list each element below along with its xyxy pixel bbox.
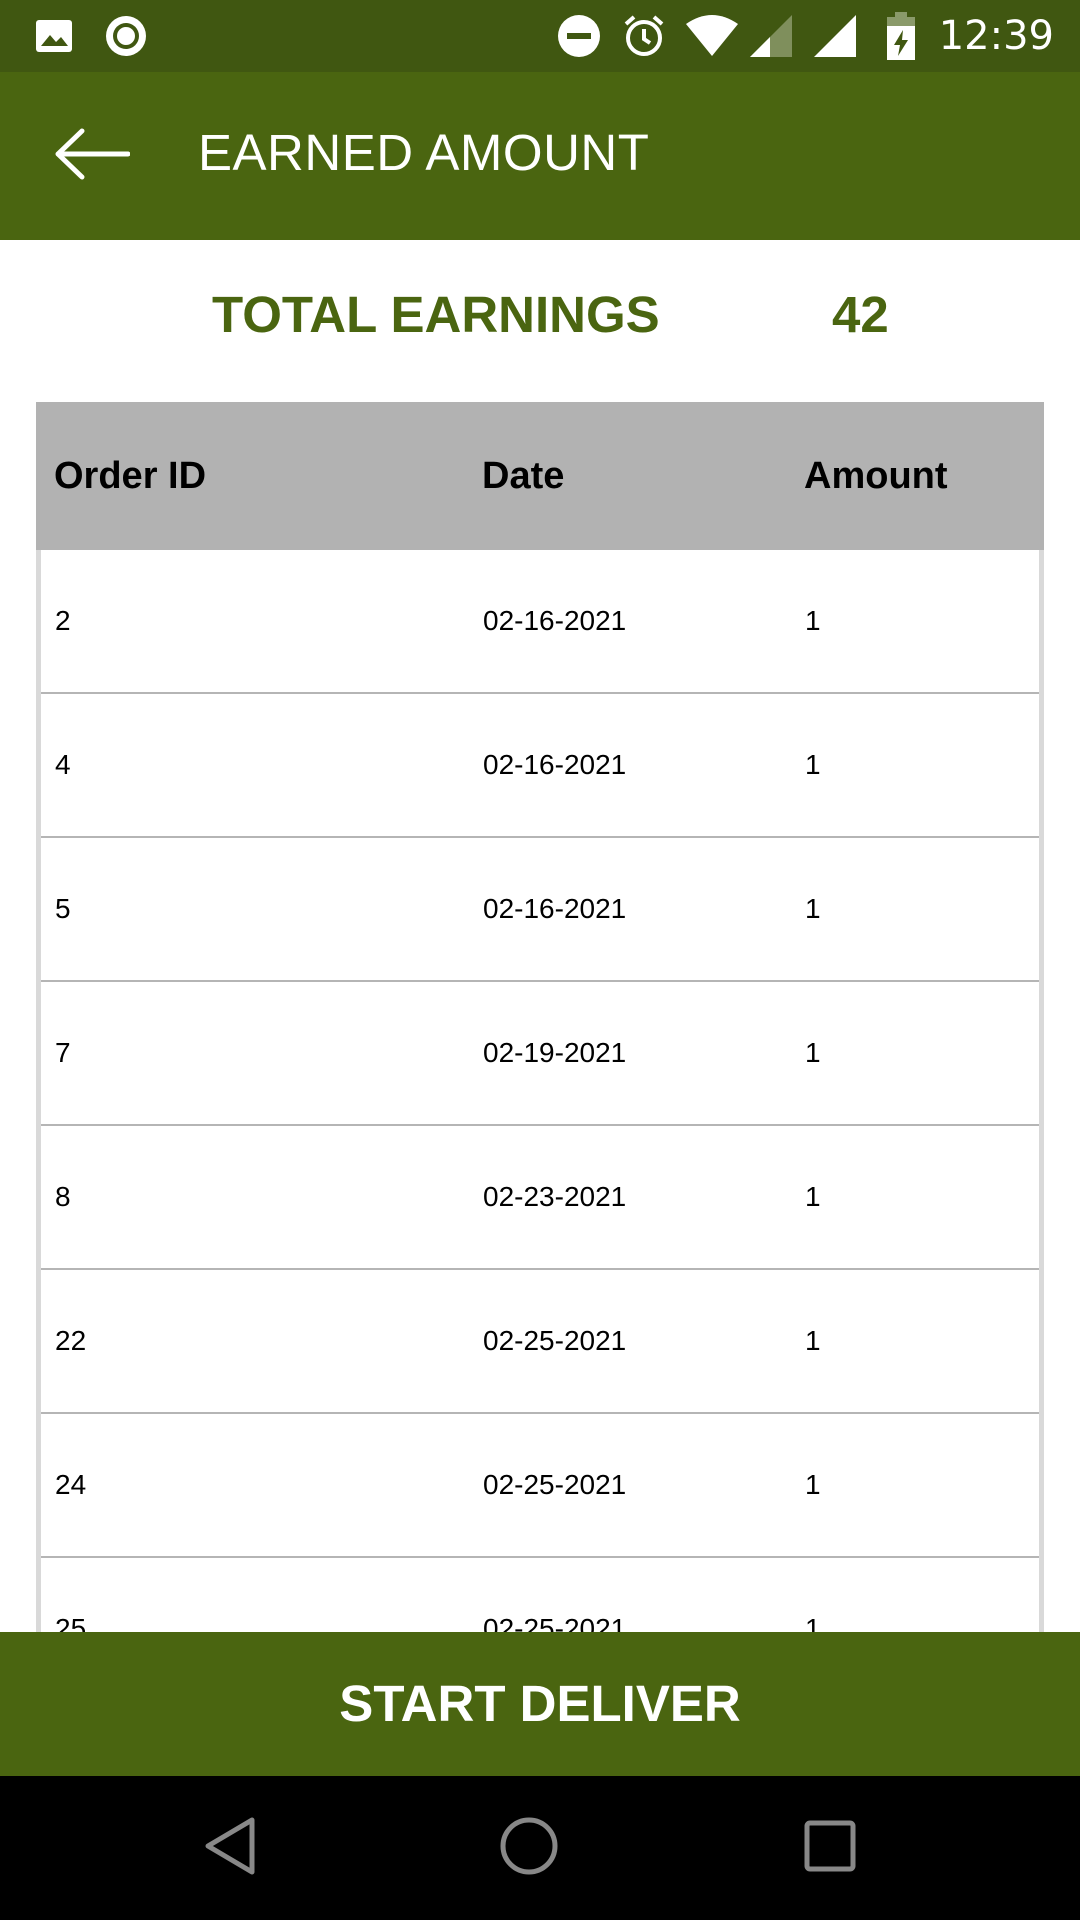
start-deliver-button[interactable]: START DELIVER — [0, 1632, 1080, 1776]
back-triangle-icon — [202, 1816, 258, 1881]
order-id-cell: 4 — [55, 749, 71, 780]
table-header: Order ID Date Amount — [36, 402, 1044, 550]
date-cell: 02-16-2021 — [483, 605, 627, 636]
date-cell: 02-23-2021 — [483, 1181, 627, 1212]
amount-cell: 1 — [805, 1469, 821, 1500]
header-order-id: Order ID — [54, 455, 207, 497]
back-button[interactable] — [40, 112, 144, 200]
navigation-bar — [0, 1776, 1080, 1920]
record-icon — [104, 12, 148, 60]
amount-cell: 1 — [805, 1037, 821, 1068]
total-earnings-value: 42 — [832, 286, 889, 343]
table-row[interactable]: 24 02-25-2021 1 — [41, 1414, 1039, 1558]
signal-weak-icon — [748, 12, 794, 60]
status-bar: 12:39 — [0, 0, 1080, 72]
table-row[interactable]: 8 02-23-2021 1 — [41, 1126, 1039, 1270]
image-icon — [34, 12, 74, 60]
amount-cell: 1 — [805, 749, 821, 780]
date-cell: 02-16-2021 — [483, 749, 627, 780]
total-earnings-label: TOTAL EARNINGS — [212, 286, 660, 343]
table-row[interactable]: 7 02-19-2021 1 — [41, 982, 1039, 1126]
table-row[interactable]: 22 02-25-2021 1 — [41, 1270, 1039, 1414]
earnings-table: Order ID Date Amount 2 02-16-2021 1 4 02… — [36, 402, 1044, 1632]
wifi-icon — [684, 12, 740, 60]
order-id-cell: 22 — [55, 1325, 87, 1356]
amount-cell: 1 — [805, 1613, 821, 1632]
header-amount: Amount — [804, 455, 948, 497]
table-row[interactable]: 4 02-16-2021 1 — [41, 694, 1039, 838]
app-bar: EARNED AMOUNT — [0, 72, 1080, 240]
table-row[interactable]: 25 02-25-2021 1 — [41, 1558, 1039, 1632]
date-cell: 02-25-2021 — [483, 1469, 627, 1500]
alarm-icon — [620, 12, 668, 60]
table-row[interactable]: 5 02-16-2021 1 — [41, 838, 1039, 982]
nav-home-button[interactable] — [469, 1800, 589, 1896]
date-cell: 02-25-2021 — [483, 1613, 627, 1632]
home-circle-icon — [499, 1816, 559, 1881]
signal-icon — [812, 12, 858, 60]
recents-square-icon — [804, 1820, 856, 1877]
date-cell: 02-16-2021 — [483, 893, 627, 924]
table-body[interactable]: 2 02-16-2021 1 4 02-16-2021 1 5 02-16-20… — [41, 550, 1039, 1632]
screen: 12:39 EARNED AMOUNT TOTAL EARNINGS 42 Or… — [0, 0, 1080, 1920]
nav-recents-button[interactable] — [770, 1800, 890, 1896]
order-id-cell: 25 — [55, 1613, 87, 1632]
amount-cell: 1 — [805, 1325, 821, 1356]
nav-back-button[interactable] — [170, 1800, 290, 1896]
amount-cell: 1 — [805, 605, 821, 636]
date-cell: 02-25-2021 — [483, 1325, 627, 1356]
amount-cell: 1 — [805, 1181, 821, 1212]
table-row[interactable]: 2 02-16-2021 1 — [41, 550, 1039, 694]
arrow-left-icon — [54, 128, 131, 185]
battery-charging-icon — [886, 12, 916, 60]
order-id-cell: 24 — [55, 1469, 87, 1500]
page-title: EARNED AMOUNT — [198, 124, 650, 181]
order-id-cell: 7 — [55, 1037, 71, 1068]
header-date: Date — [482, 455, 565, 497]
order-id-cell: 5 — [55, 893, 71, 924]
order-id-cell: 8 — [55, 1181, 71, 1212]
do-not-disturb-icon — [556, 12, 602, 60]
order-id-cell: 2 — [55, 605, 71, 636]
status-time: 12:39 — [938, 13, 1054, 59]
date-cell: 02-19-2021 — [483, 1037, 627, 1068]
amount-cell: 1 — [805, 893, 821, 924]
